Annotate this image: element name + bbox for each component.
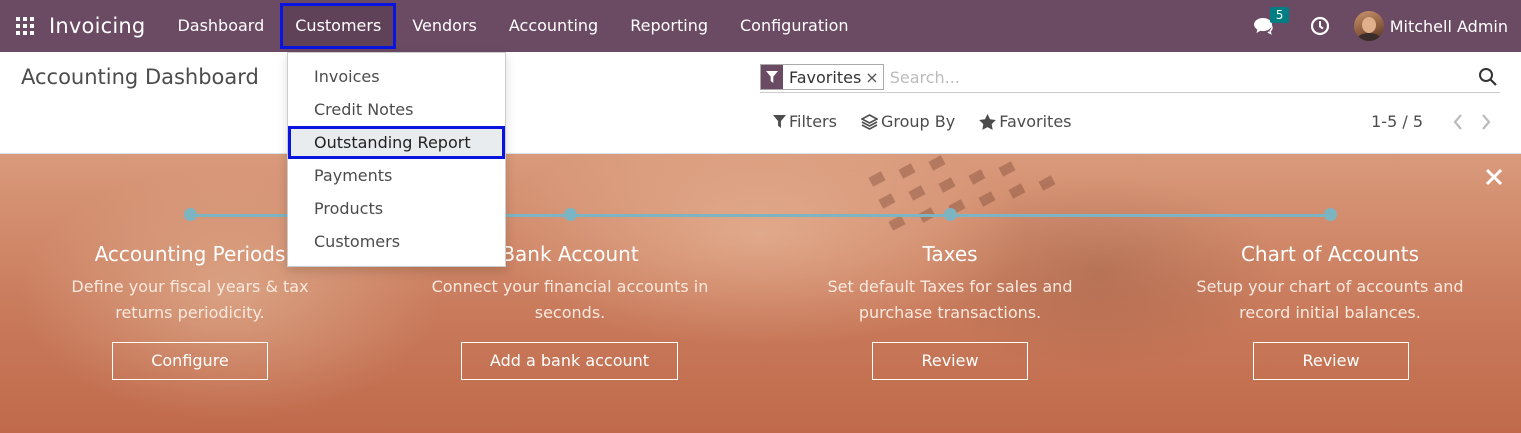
step-chart-of-accounts: Chart of Accounts Setup your chart of ac… [1170,242,1490,326]
step-dot [184,208,197,221]
filter-icon [761,65,783,89]
customers-dropdown-menu: Invoices Credit Notes Outstanding Report… [287,52,506,267]
configure-button[interactable]: Configure [112,342,268,380]
dropdown-item-credit-notes[interactable]: Credit Notes [288,93,505,126]
filters-button[interactable]: Filters [773,112,837,131]
facet-remove-button[interactable]: × [865,68,882,87]
search-facet: Favorites × [760,64,884,90]
review-taxes-button[interactable]: Review [872,342,1028,380]
dropdown-item-products[interactable]: Products [288,192,505,225]
add-bank-account-button[interactable]: Add a bank account [461,342,678,380]
step-title: Chart of Accounts [1240,242,1420,266]
group-by-button[interactable]: Group By [860,112,956,131]
app-name[interactable]: Invoicing [49,14,145,38]
step-description: Set default Taxes for sales and purchase… [790,274,1110,326]
dropdown-item-invoices[interactable]: Invoices [288,60,505,93]
step-description-line: Define your fiscal years & tax [71,277,309,296]
filters-label: Filters [789,112,837,131]
close-icon[interactable] [1485,168,1503,186]
menu-vendors[interactable]: Vendors [396,0,493,52]
menu-configuration[interactable]: Configuration [724,0,865,52]
user-name[interactable]: Mitchell Admin [1390,17,1508,36]
control-panel: Accounting Dashboard Favorites × Filters [0,52,1521,154]
step-taxes: Taxes Set default Taxes for sales and pu… [790,242,1110,326]
step-description-line: Setup your chart of accounts and [1196,277,1464,296]
step-description-line: Connect your financial accounts in [431,277,709,296]
pager: 1-5 / 5 [1371,112,1493,131]
step-dot [564,208,577,221]
favorites-button[interactable]: Favorites [979,112,1072,131]
chat-icon[interactable]: 5 [1252,7,1290,36]
clock-icon[interactable] [1310,16,1330,36]
onboarding-banner: Accounting Periods Define your fiscal ye… [0,154,1521,433]
step-description-line: seconds. [534,303,606,322]
menu-customers[interactable]: Customers [280,3,397,49]
search-options: Filters Group By Favorites [773,112,1096,131]
review-chart-of-accounts-button[interactable]: Review [1253,342,1409,380]
step-description-line: Set default Taxes for sales and [827,277,1073,296]
step-title: Taxes [922,242,978,266]
navbar-systray: 5 Mitchell Admin [1252,0,1521,52]
page-title: Accounting Dashboard [21,65,259,89]
step-dot [944,208,957,221]
favorites-label: Favorites [999,112,1072,131]
menu-accounting[interactable]: Accounting [493,0,614,52]
menu-reporting[interactable]: Reporting [614,0,724,52]
search-bar: Favorites × [760,62,1500,93]
step-description-line: purchase transactions. [858,303,1042,322]
step-description-line: returns periodicity. [115,303,265,322]
star-icon [979,113,997,130]
search-icon[interactable] [1478,67,1498,87]
step-dot [1324,208,1337,221]
group-by-label: Group By [880,112,956,131]
dropdown-item-payments[interactable]: Payments [288,159,505,192]
step-description: Setup your chart of accounts and record … [1170,274,1490,326]
top-navbar: Invoicing Dashboard Customers Vendors Ac… [0,0,1521,52]
facet-label: Favorites [789,67,862,87]
chevron-left-icon[interactable] [1451,113,1465,130]
step-description-line: record initial balances. [1239,303,1421,322]
apps-grid-icon[interactable] [16,17,34,35]
layers-icon [860,113,878,130]
chevron-right-icon[interactable] [1479,113,1493,130]
user-avatar[interactable] [1353,11,1384,41]
message-count-badge: 5 [1269,7,1290,23]
step-description: Define your fiscal years & tax returns p… [30,274,350,326]
filter-icon [773,115,786,128]
step-description: Connect your financial accounts in secon… [410,274,730,326]
dropdown-item-outstanding-report[interactable]: Outstanding Report [288,126,505,159]
menu-dashboard[interactable]: Dashboard [161,0,280,52]
pager-value[interactable]: 1-5 / 5 [1371,112,1423,131]
search-input[interactable] [889,67,1478,87]
dropdown-item-customers[interactable]: Customers [288,225,505,258]
